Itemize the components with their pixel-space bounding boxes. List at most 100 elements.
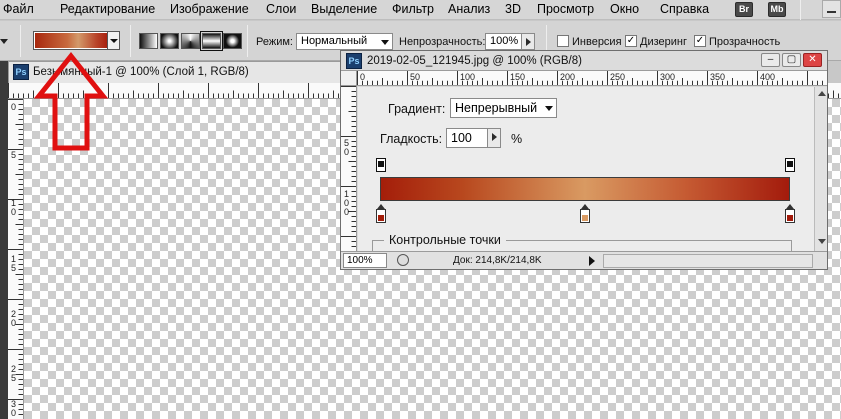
- smoothness-input[interactable]: 100: [446, 128, 488, 148]
- document-size-info: Док: 214,8K/214,8K: [453, 255, 542, 266]
- color-stop-left[interactable]: [376, 204, 386, 223]
- ruler-label: 0: [344, 207, 350, 217]
- diamond-gradient-button[interactable]: [223, 33, 242, 49]
- ruler-ticks: [341, 86, 356, 247]
- minimize-button[interactable]: [822, 0, 841, 18]
- transparency-label: Прозрачность: [709, 36, 781, 48]
- opacity-input[interactable]: 100%: [485, 33, 522, 50]
- inversion-label: Инверсия: [572, 36, 622, 48]
- bridge-button[interactable]: Br: [735, 2, 753, 17]
- gradient-editor-screenshot: Градиент: Непрерывный Гладкость: 100 % К…: [358, 87, 814, 251]
- color-stop-right[interactable]: [785, 204, 795, 223]
- window-vertical-ruler[interactable]: 5 0 1 0 0: [341, 86, 357, 251]
- smoothness-unit: %: [511, 132, 523, 146]
- menu-3d[interactable]: 3D: [505, 2, 521, 16]
- reflected-gradient-button[interactable]: [200, 31, 223, 51]
- tool-preset-picker[interactable]: [0, 34, 10, 48]
- menu-filter[interactable]: Фильтр: [392, 2, 434, 16]
- ruler-label: 350: [710, 72, 726, 82]
- ruler-label: 50: [410, 72, 421, 82]
- floating-document-window[interactable]: Ps 2019-02-05_121945.jpg @ 100% (RGB/8) …: [340, 50, 828, 270]
- red-arrow-annotation: [33, 52, 109, 151]
- smoothness-label: Гладкость:: [380, 132, 443, 146]
- window-maximize-button[interactable]: ▢: [782, 53, 801, 67]
- status-menu-arrow-icon[interactable]: [589, 256, 595, 266]
- control-points-label: Контрольные точки: [384, 233, 506, 247]
- ruler-label: 0: [11, 318, 17, 328]
- opacity-stop-left[interactable]: [376, 158, 386, 172]
- menu-image[interactable]: Изображение: [170, 2, 249, 16]
- mode-select[interactable]: Нормальный: [296, 33, 393, 50]
- window-horizontal-ruler[interactable]: 0 50 100 150 200 250 300 350 400: [357, 71, 827, 86]
- ruler-label: 100: [460, 72, 476, 82]
- ruler-label: 0: [11, 408, 17, 418]
- menu-window[interactable]: Окно: [610, 2, 639, 16]
- ruler-label: 150: [510, 72, 526, 82]
- color-stop-swatch: [582, 215, 588, 221]
- inversion-checkbox[interactable]: [557, 35, 569, 47]
- scroll-down-icon[interactable]: [818, 239, 826, 244]
- ruler-label: 5: [11, 263, 17, 273]
- separator: [20, 25, 21, 57]
- tools-panel-edge: [0, 61, 8, 419]
- chevron-down-icon[interactable]: [107, 32, 119, 49]
- menu-analysis[interactable]: Анализ: [448, 2, 490, 16]
- ruler-label: 5: [11, 373, 17, 383]
- dither-label: Дизеринг: [640, 36, 687, 48]
- menu-layers[interactable]: Слои: [266, 2, 296, 16]
- menu-file[interactable]: Файл: [3, 2, 34, 16]
- photoshop-icon: Ps: [13, 64, 29, 80]
- transparency-checkbox[interactable]: ✓: [694, 35, 706, 47]
- ruler-label: 0: [360, 72, 366, 82]
- ruler-label: 400: [760, 72, 776, 82]
- gradient-picker[interactable]: [33, 31, 120, 50]
- gradient-type-label: Градиент:: [388, 102, 446, 116]
- gradient-type-select[interactable]: Непрерывный: [450, 98, 557, 118]
- scroll-up-icon[interactable]: [818, 91, 826, 96]
- separator: [800, 0, 801, 20]
- gradient-preview[interactable]: [35, 33, 107, 48]
- ruler-label: 0: [11, 102, 17, 112]
- dither-checkbox[interactable]: ✓: [625, 35, 637, 47]
- ruler-label: 0: [11, 207, 17, 217]
- mode-label: Режим:: [256, 36, 293, 48]
- horizontal-scrollbar[interactable]: [603, 254, 813, 268]
- chevron-down-icon: [545, 106, 553, 111]
- ruler-label: 200: [560, 72, 576, 82]
- minibridge-button[interactable]: Mb: [768, 2, 786, 17]
- color-stop-swatch: [787, 215, 793, 221]
- ruler-ticks: [357, 71, 823, 85]
- color-stop-middle[interactable]: [580, 204, 590, 223]
- mode-value: Нормальный: [301, 35, 368, 47]
- zoom-input[interactable]: 100%: [343, 253, 387, 268]
- vertical-scrollbar[interactable]: [814, 87, 827, 251]
- photoshop-icon: Ps: [346, 53, 362, 69]
- separator: [130, 25, 131, 57]
- smoothness-slider-button[interactable]: [487, 128, 501, 148]
- menu-select[interactable]: Выделение: [311, 2, 377, 16]
- menu-help[interactable]: Справка: [660, 2, 709, 16]
- window-close-button[interactable]: ✕: [803, 53, 822, 67]
- gradient-bar[interactable]: [380, 177, 790, 201]
- opacity-label: Непрозрачность:: [399, 36, 486, 48]
- separator: [247, 25, 248, 57]
- vertical-ruler[interactable]: 0 5 1 0 1 5 2 0 2 5 3 0: [8, 99, 24, 419]
- linear-gradient-button[interactable]: [139, 33, 158, 49]
- menu-view[interactable]: Просмотр: [537, 2, 594, 16]
- menu-bar: Файл Редактирование Изображение Слои Выд…: [0, 0, 841, 20]
- angle-gradient-button[interactable]: [181, 33, 200, 49]
- ruler-label: 0: [344, 147, 350, 157]
- status-info-icon[interactable]: [397, 254, 409, 266]
- gradient-type-value: Непрерывный: [455, 101, 538, 115]
- ruler-label: 5: [11, 150, 17, 160]
- radial-gradient-button[interactable]: [160, 33, 179, 49]
- window-title: 2019-02-05_121945.jpg @ 100% (RGB/8): [367, 55, 582, 67]
- window-titlebar[interactable]: Ps 2019-02-05_121945.jpg @ 100% (RGB/8) …: [341, 51, 827, 71]
- color-stop-swatch: [378, 215, 384, 221]
- opacity-stop-right[interactable]: [785, 158, 795, 172]
- menu-edit[interactable]: Редактирование: [60, 2, 155, 16]
- opacity-slider-button[interactable]: [521, 33, 535, 50]
- ruler-origin[interactable]: [341, 71, 357, 86]
- window-minimize-button[interactable]: –: [761, 53, 780, 67]
- window-status-bar: 100% Док: 214,8K/214,8K: [341, 251, 827, 269]
